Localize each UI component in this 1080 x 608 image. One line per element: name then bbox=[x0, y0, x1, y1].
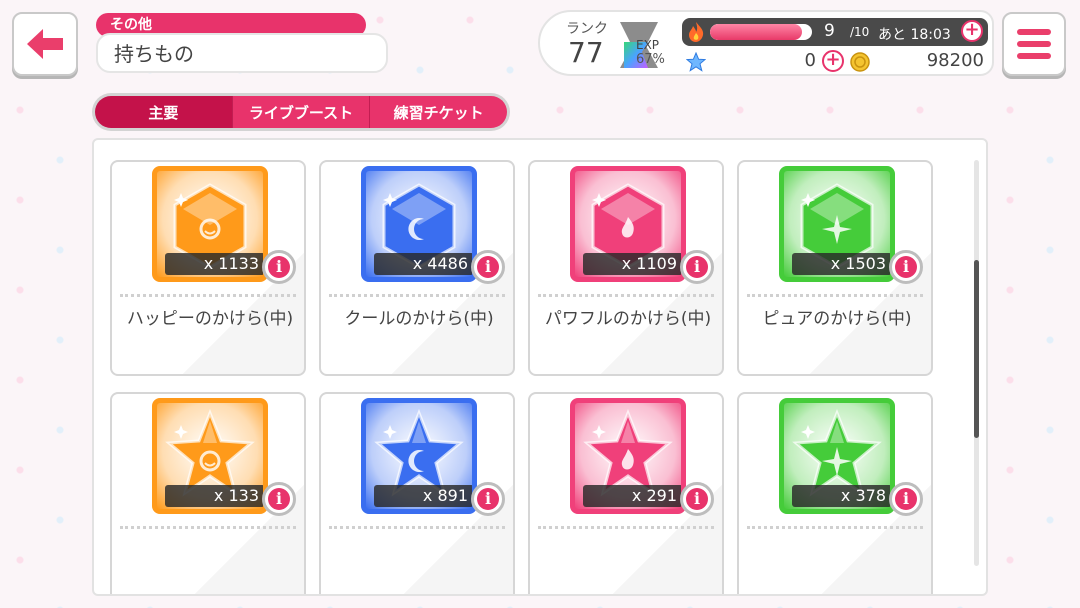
item-card[interactable]: x 1133 i ハッピーのかけら(中) bbox=[110, 160, 306, 376]
info-button[interactable]: i bbox=[471, 482, 505, 516]
item-icon-frame: x 1109 bbox=[570, 166, 686, 282]
info-button[interactable]: i bbox=[262, 482, 296, 516]
divider bbox=[538, 294, 714, 297]
info-icon: i bbox=[268, 256, 290, 278]
exp-label: EXP bbox=[636, 38, 660, 52]
menu-button[interactable] bbox=[1002, 12, 1066, 76]
info-icon: i bbox=[686, 488, 708, 510]
info-button[interactable]: i bbox=[889, 482, 923, 516]
stamina-gauge bbox=[710, 24, 812, 40]
stamina-bar: 9 /10 あと 18:03 + bbox=[682, 18, 988, 46]
star-gem-plus-button[interactable]: + bbox=[822, 50, 844, 72]
scrollbar-thumb[interactable] bbox=[974, 260, 979, 438]
item-icon-frame: x 1133 bbox=[152, 166, 268, 282]
item-list-panel: x 1133 i ハッピーのかけら(中) x 4486 i クールのかけら(中) x 110… bbox=[92, 138, 988, 596]
divider bbox=[747, 526, 923, 529]
item-name: ピュアのかけら(中) bbox=[762, 309, 912, 329]
rank-value: 77 bbox=[568, 36, 604, 69]
info-icon: i bbox=[268, 488, 290, 510]
info-icon: i bbox=[477, 488, 499, 510]
stamina-max: /10 bbox=[850, 25, 870, 39]
divider bbox=[747, 294, 923, 297]
stamina-plus-button[interactable]: + bbox=[961, 20, 983, 42]
tab-practice-ticket[interactable]: 練習チケット bbox=[370, 96, 508, 128]
item-name: クールのかけら(中) bbox=[344, 309, 494, 329]
item-quantity: x 1503 bbox=[792, 253, 890, 275]
item-name: パワフルのかけら(中) bbox=[544, 309, 712, 329]
scrollbar[interactable] bbox=[974, 160, 979, 566]
divider bbox=[538, 526, 714, 529]
rank-label: ランク bbox=[566, 21, 608, 37]
star-gem-count: 0 bbox=[804, 50, 816, 71]
info-icon: i bbox=[477, 256, 499, 278]
info-button[interactable]: i bbox=[262, 250, 296, 284]
info-icon: i bbox=[686, 256, 708, 278]
divider bbox=[329, 526, 505, 529]
divider bbox=[120, 526, 296, 529]
info-button[interactable]: i bbox=[680, 250, 714, 284]
item-card[interactable]: x 891 i bbox=[319, 392, 515, 594]
info-button[interactable]: i bbox=[471, 250, 505, 284]
info-button[interactable]: i bbox=[889, 250, 923, 284]
item-icon-frame: x 291 bbox=[570, 398, 686, 514]
exp-percent: 67% bbox=[636, 52, 665, 67]
tab-bar: 主要 ライブブースト 練習チケット bbox=[92, 93, 510, 131]
divider bbox=[329, 294, 505, 297]
info-icon: i bbox=[895, 256, 917, 278]
star-gem-icon bbox=[686, 52, 706, 72]
item-icon-frame: x 1503 bbox=[779, 166, 895, 282]
page-title: 持ちもの bbox=[96, 33, 388, 73]
tab-main[interactable]: 主要 bbox=[95, 96, 233, 128]
item-card[interactable]: x 133 i bbox=[110, 392, 306, 594]
item-quantity: x 4486 bbox=[374, 253, 472, 275]
item-card[interactable]: x 291 i bbox=[528, 392, 724, 594]
item-quantity: x 891 bbox=[374, 485, 472, 507]
info-button[interactable]: i bbox=[680, 482, 714, 516]
item-card[interactable]: x 4486 i クールのかけら(中) bbox=[319, 160, 515, 376]
item-card[interactable]: x 1503 i ピュアのかけら(中) bbox=[737, 160, 933, 376]
stamina-timer: あと 18:03 bbox=[878, 27, 951, 43]
item-icon-frame: x 133 bbox=[152, 398, 268, 514]
tab-live-boost[interactable]: ライブブースト bbox=[232, 96, 371, 128]
item-quantity: x 378 bbox=[792, 485, 890, 507]
stamina-gauge-fill bbox=[710, 24, 802, 40]
item-quantity: x 291 bbox=[583, 485, 681, 507]
stamina-value: 9 bbox=[824, 21, 835, 41]
item-card[interactable]: x 1109 i パワフルのかけら(中) bbox=[528, 160, 724, 376]
hamburger-icon bbox=[1017, 29, 1051, 35]
item-name: ハッピーのかけら(中) bbox=[126, 309, 294, 329]
back-button[interactable] bbox=[12, 12, 78, 76]
info-icon: i bbox=[895, 488, 917, 510]
item-icon-frame: x 378 bbox=[779, 398, 895, 514]
coin-icon bbox=[850, 52, 870, 72]
status-panel: ランク 77 EXP 67% 9 /10 あと 18:03 + 0 + 9820… bbox=[538, 10, 994, 76]
item-quantity: x 1109 bbox=[583, 253, 681, 275]
item-quantity: x 1133 bbox=[165, 253, 263, 275]
item-icon-frame: x 891 bbox=[361, 398, 477, 514]
flame-icon bbox=[689, 22, 704, 42]
divider bbox=[120, 294, 296, 297]
item-card[interactable]: x 378 i bbox=[737, 392, 933, 594]
coin-count: 98200 bbox=[926, 50, 984, 71]
item-icon-frame: x 4486 bbox=[361, 166, 477, 282]
back-arrow-icon bbox=[27, 29, 63, 59]
item-quantity: x 133 bbox=[165, 485, 263, 507]
